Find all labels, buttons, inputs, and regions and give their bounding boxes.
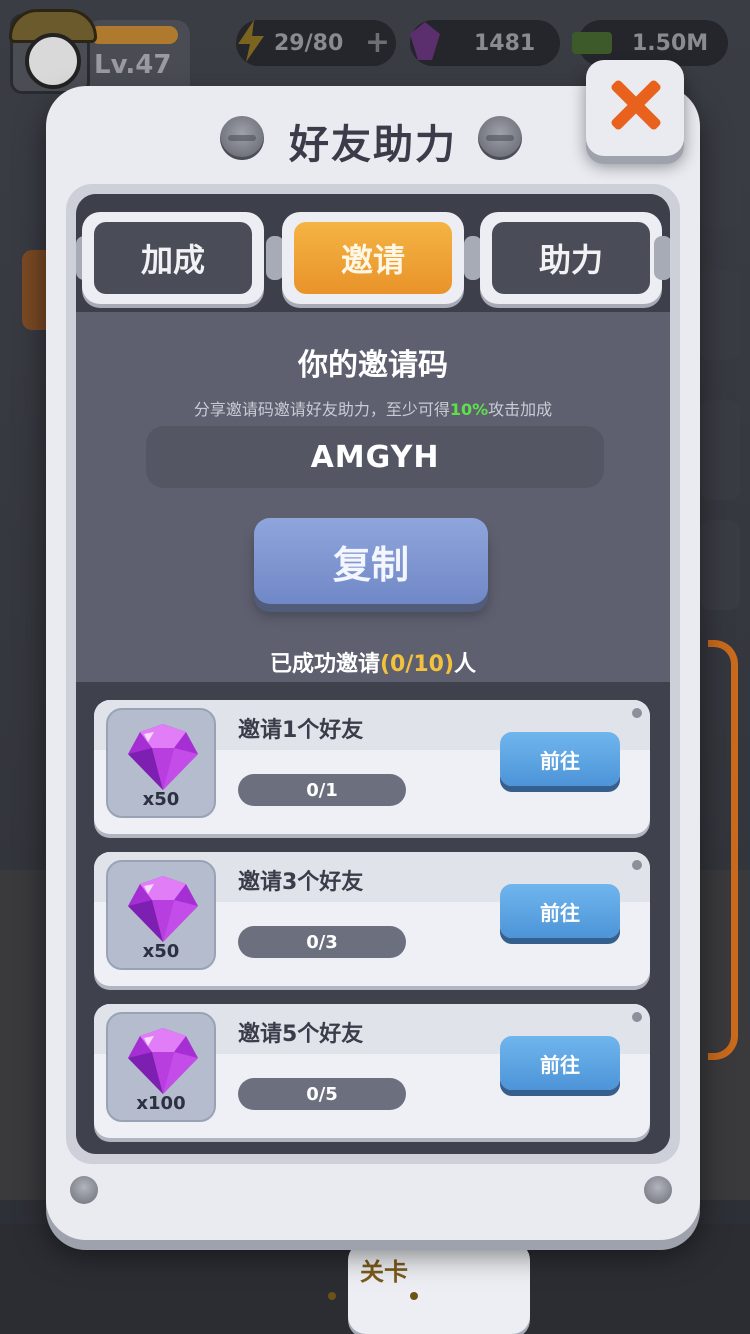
invite-code-description: 分享邀请码邀请好友助力，至少可得10%攻击加成 bbox=[76, 396, 670, 420]
desc-suffix: 攻击加成 bbox=[488, 400, 553, 419]
gems-pill[interactable]: 1481 bbox=[410, 20, 560, 66]
level-bar-fill bbox=[90, 26, 178, 44]
reward-quantity: x50 bbox=[142, 941, 180, 962]
reward-progress-text: 0/5 bbox=[306, 1083, 338, 1105]
reward-progress-text: 0/3 bbox=[306, 931, 338, 953]
purple-gem-icon bbox=[128, 724, 198, 790]
bottom-nav: 关卡 bbox=[0, 1224, 750, 1334]
nav-tab-levels[interactable]: 关卡 bbox=[348, 1242, 530, 1334]
cash-value: 1.50M bbox=[632, 30, 709, 56]
corner-dot bbox=[632, 860, 642, 870]
reward-row: x50 邀请1个好友 0/1 前往 bbox=[94, 700, 650, 834]
side-button-right-2[interactable] bbox=[700, 270, 740, 360]
corner-dot bbox=[632, 708, 642, 718]
add-energy-icon[interactable]: + bbox=[365, 28, 390, 58]
player-level: Lv.47 bbox=[94, 50, 172, 80]
energy-value: 29/80 bbox=[274, 30, 344, 56]
tab-connector-right bbox=[654, 236, 670, 280]
close-button[interactable] bbox=[586, 60, 684, 156]
dialog-panel: 加成 邀请 助力 你的邀请码 分享邀请码邀请好友助力，至少可得10%攻击加成 A… bbox=[76, 194, 670, 1154]
desc-highlight: 10% bbox=[449, 400, 489, 419]
reward-icon-box: x100 bbox=[106, 1012, 216, 1122]
copy-button[interactable]: 复制 bbox=[254, 518, 488, 604]
reward-quantity: x50 bbox=[142, 789, 180, 810]
dialog-frame: 加成 邀请 助力 你的邀请码 分享邀请码邀请好友助力，至少可得10%攻击加成 A… bbox=[66, 184, 680, 1164]
reward-row: x100 邀请5个好友 0/5 前往 bbox=[94, 1004, 650, 1138]
gem-icon bbox=[410, 22, 440, 60]
avatar[interactable] bbox=[9, 9, 97, 94]
orange-rail bbox=[708, 640, 738, 1060]
go-button[interactable]: 前往 bbox=[500, 732, 620, 786]
panda-face-icon bbox=[25, 33, 81, 89]
tab-strip: 加成 邀请 助力 bbox=[76, 194, 670, 312]
purple-gem-icon bbox=[128, 1028, 198, 1094]
purple-gem-icon bbox=[128, 876, 198, 942]
side-button-right-3[interactable] bbox=[700, 400, 740, 500]
invite-success-count: 已成功邀请(0/10)人 bbox=[76, 646, 670, 678]
corner-dot bbox=[632, 1012, 642, 1022]
desc-prefix: 分享邀请码邀请好友助力，至少可得 bbox=[193, 400, 450, 419]
gems-value: 1481 bbox=[474, 30, 536, 56]
tab-invite[interactable]: 邀请 bbox=[282, 212, 464, 304]
tab-bonus[interactable]: 加成 bbox=[82, 212, 264, 304]
reward-progress-text: 0/1 bbox=[306, 779, 338, 801]
reward-name: 邀请3个好友 bbox=[238, 870, 364, 895]
reward-name: 邀请5个好友 bbox=[238, 1022, 364, 1047]
tab-assist-label: 助力 bbox=[492, 222, 650, 294]
reward-list: x50 邀请1个好友 0/1 前往 x50 邀请3个好友 0/3 前往 x100… bbox=[76, 682, 670, 1154]
bolt-bottom-right-icon bbox=[644, 1176, 672, 1204]
side-button-right-4[interactable] bbox=[700, 520, 740, 610]
close-icon bbox=[608, 78, 662, 132]
nav-dot-left bbox=[328, 1292, 336, 1300]
reward-quantity: x100 bbox=[136, 1093, 186, 1114]
reward-progress-bar: 0/5 bbox=[238, 1078, 406, 1110]
reward-progress-bar: 0/1 bbox=[238, 774, 406, 806]
tab-assist[interactable]: 助力 bbox=[480, 212, 662, 304]
side-button-right-1[interactable] bbox=[700, 140, 740, 230]
friend-assist-dialog: 好友助力 加成 邀请 助力 你的邀请码 分享邀请码邀请好友助力，至少可得10%攻 bbox=[46, 86, 700, 1240]
invite-code-field[interactable]: AMGYH bbox=[146, 426, 604, 488]
reward-name: 邀请1个好友 bbox=[238, 718, 364, 743]
success-suffix: 人 bbox=[454, 652, 477, 677]
reward-icon-box: x50 bbox=[106, 708, 216, 818]
reward-progress-bar: 0/3 bbox=[238, 926, 406, 958]
bolt-right-icon bbox=[478, 116, 522, 160]
go-button[interactable]: 前往 bbox=[500, 884, 620, 938]
bolt-bottom-left-icon bbox=[70, 1176, 98, 1204]
success-prefix: 已成功邀请 bbox=[269, 652, 380, 677]
energy-pill[interactable]: 29/80 + bbox=[236, 20, 396, 66]
nav-dot-right bbox=[410, 1292, 418, 1300]
reward-icon-box: x50 bbox=[106, 860, 216, 970]
tab-bonus-label: 加成 bbox=[94, 222, 252, 294]
success-count: (0/10) bbox=[379, 652, 455, 677]
cash-icon bbox=[572, 32, 612, 54]
go-button[interactable]: 前往 bbox=[500, 1036, 620, 1090]
tab-invite-label: 邀请 bbox=[294, 222, 452, 294]
invite-code-title: 你的邀请码 bbox=[298, 348, 448, 383]
lightning-icon bbox=[238, 20, 264, 62]
reward-row: x50 邀请3个好友 0/3 前往 bbox=[94, 852, 650, 986]
